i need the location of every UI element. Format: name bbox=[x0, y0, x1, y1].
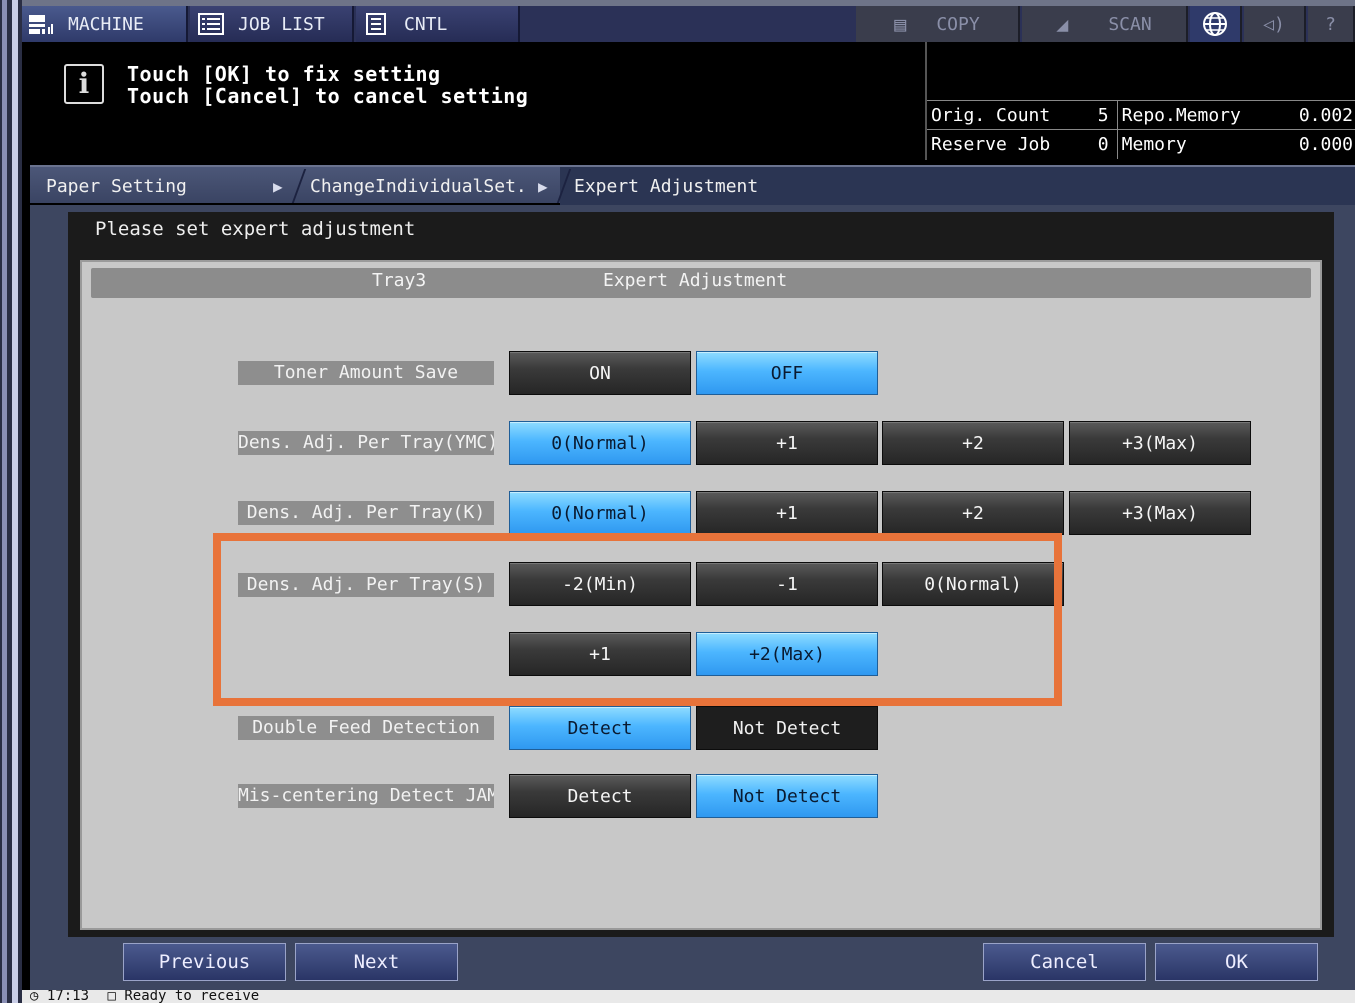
breadcrumb: Paper Setting ▶ ChangeIndividualSet. ▶ E… bbox=[30, 165, 1355, 205]
tab-cntl-label: CNTL bbox=[404, 13, 448, 35]
memory-label: Memory bbox=[1117, 129, 1279, 159]
breadcrumb-change-individual-set[interactable]: ChangeIndividualSet. bbox=[310, 167, 527, 205]
language-button[interactable] bbox=[1190, 6, 1242, 42]
counter-table: Orig. Count 5 Repo.Memory 0.002 Reserve … bbox=[927, 100, 1355, 159]
tab-job-list[interactable]: JOB LIST bbox=[190, 6, 354, 42]
copy-button[interactable]: ▤ COPY bbox=[856, 6, 1020, 42]
k-normal-button[interactable]: 0(Normal) bbox=[509, 491, 691, 535]
cancel-button[interactable]: Cancel bbox=[983, 943, 1146, 981]
breadcrumb-paper-setting[interactable]: Paper Setting bbox=[46, 167, 187, 205]
toner-off-button[interactable]: OFF bbox=[696, 351, 878, 395]
breadcrumb-arrow-icon: ▶ bbox=[538, 177, 548, 196]
tab-job-list-label: JOB LIST bbox=[238, 13, 325, 35]
ymc-plus2-button[interactable]: +2 bbox=[882, 421, 1064, 465]
status-text: Ready to receive bbox=[124, 990, 260, 1003]
counter-icon bbox=[366, 13, 386, 35]
volume-button[interactable]: ◁) bbox=[1244, 6, 1306, 42]
tab-machine-label: MACHINE bbox=[68, 13, 144, 35]
tray-name: Tray3 bbox=[372, 270, 427, 291]
orig-count-value: 5 bbox=[1087, 100, 1118, 130]
top-tab-bar: MACHINE JOB LIST CNTL ▤ COPY ◢ SCAN ◁) ? bbox=[22, 0, 1355, 42]
scan-button[interactable]: ◢ SCAN bbox=[1022, 6, 1188, 42]
copy-icon: ▤ bbox=[894, 12, 907, 36]
double-feed-not-detect-button[interactable]: Not Detect bbox=[696, 706, 878, 750]
breadcrumb-expert-adjustment: Expert Adjustment bbox=[560, 167, 1355, 205]
speaker-icon: ◁) bbox=[1263, 13, 1285, 35]
help-label: ? bbox=[1325, 13, 1336, 35]
memory-value: 0.000 bbox=[1278, 129, 1355, 159]
message-line-1: Touch [OK] to fix setting bbox=[127, 62, 441, 86]
ymc-plus1-button[interactable]: +1 bbox=[696, 421, 878, 465]
next-button[interactable]: Next bbox=[295, 943, 458, 981]
status-time: 17:13 bbox=[46, 990, 90, 1003]
ymc-plus3-max-button[interactable]: +3(Max) bbox=[1069, 421, 1251, 465]
breadcrumb-divider bbox=[291, 169, 307, 203]
counter-panel: Orig. Count 5 Repo.Memory 0.002 Reserve … bbox=[925, 42, 1355, 160]
k-plus1-button[interactable]: +1 bbox=[696, 491, 878, 535]
double-feed-detection-label: Double Feed Detection bbox=[238, 716, 494, 740]
mis-centering-not-detect-button[interactable]: Not Detect bbox=[696, 774, 878, 818]
ok-button[interactable]: OK bbox=[1155, 943, 1318, 981]
panel-title: Expert Adjustment bbox=[603, 270, 788, 291]
instruction-text: Please set expert adjustment bbox=[95, 218, 416, 240]
panel-title-bar: Tray3 Expert Adjustment bbox=[91, 268, 1311, 298]
tab-machine[interactable]: MACHINE bbox=[22, 6, 188, 42]
help-button[interactable]: ? bbox=[1308, 6, 1355, 42]
toner-on-button[interactable]: ON bbox=[509, 351, 691, 395]
reserve-job-value: 0 bbox=[1087, 129, 1118, 159]
machine-icon bbox=[29, 15, 53, 34]
info-icon: i bbox=[64, 64, 104, 104]
list-icon bbox=[198, 13, 224, 35]
scan-label: SCAN bbox=[1108, 13, 1152, 35]
clock-icon: ◷ bbox=[30, 990, 39, 1003]
repo-memory-value: 0.002 bbox=[1278, 100, 1355, 130]
repo-memory-label: Repo.Memory bbox=[1117, 100, 1279, 130]
tab-cntl[interactable]: CNTL bbox=[356, 6, 520, 42]
message-line-2: Touch [Cancel] to cancel setting bbox=[127, 84, 529, 108]
copy-label: COPY bbox=[936, 13, 980, 35]
document-icon: □ bbox=[107, 990, 116, 1003]
highlight-box bbox=[213, 533, 1062, 706]
dens-adj-k-label: Dens. Adj. Per Tray(K) bbox=[238, 501, 494, 525]
orig-count-label: Orig. Count bbox=[927, 100, 1088, 130]
mis-centering-detect-button[interactable]: Detect bbox=[509, 774, 691, 818]
message-area: i Touch [OK] to fix setting Touch [Cance… bbox=[22, 42, 925, 160]
k-plus2-button[interactable]: +2 bbox=[882, 491, 1064, 535]
mis-centering-detect-jam-label: Mis-centering Detect JAM bbox=[238, 784, 494, 808]
globe-icon bbox=[1203, 12, 1227, 36]
reserve-job-label: Reserve Job bbox=[927, 129, 1088, 159]
previous-button[interactable]: Previous bbox=[123, 943, 286, 981]
double-feed-detect-button[interactable]: Detect bbox=[509, 706, 691, 750]
dens-adj-ymc-label: Dens. Adj. Per Tray(YMC) bbox=[238, 431, 494, 455]
toner-amount-save-label: Toner Amount Save bbox=[238, 361, 494, 385]
ymc-normal-button[interactable]: 0(Normal) bbox=[509, 421, 691, 465]
left-edge-strip bbox=[0, 0, 22, 1003]
status-bar: ◷ 17:13 □ Ready to receive bbox=[22, 990, 1355, 1003]
k-plus3-max-button[interactable]: +3(Max) bbox=[1069, 491, 1251, 535]
breadcrumb-arrow-icon: ▶ bbox=[273, 177, 283, 196]
scan-icon: ◢ bbox=[1056, 12, 1069, 36]
